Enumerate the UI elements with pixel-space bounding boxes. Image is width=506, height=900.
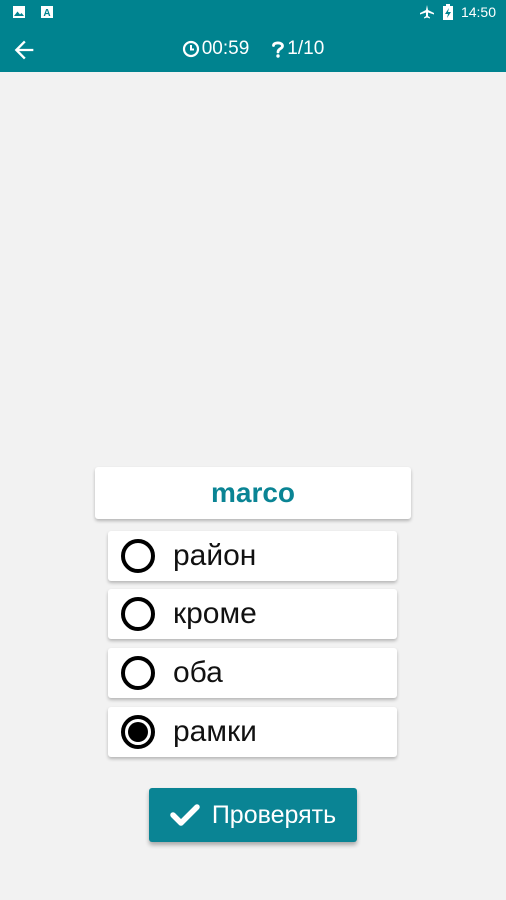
answer-option-3[interactable]: оба xyxy=(108,648,397,698)
radio-button[interactable] xyxy=(121,656,155,690)
answer-label: район xyxy=(173,539,257,572)
check-button[interactable]: Проверять xyxy=(149,788,357,842)
question-word: marco xyxy=(210,477,296,508)
airplane-icon xyxy=(419,5,434,19)
timer-value: 00:59 xyxy=(201,38,250,59)
question-icon xyxy=(272,41,285,58)
font-icon: A xyxy=(41,6,53,19)
radio-button[interactable] xyxy=(121,597,155,631)
status-time: 14:50 xyxy=(460,4,496,20)
checkmark-icon xyxy=(170,804,200,826)
clock-icon xyxy=(182,40,199,58)
answer-option-1[interactable]: район xyxy=(108,531,397,581)
battery-charging-icon xyxy=(442,4,453,20)
timer: 00:59 xyxy=(182,38,250,60)
progress-value: 1/10 xyxy=(287,38,325,59)
answer-label: рамки xyxy=(173,715,257,748)
answer-option-2[interactable]: кроме xyxy=(108,589,397,639)
status-bar: A 14:50 xyxy=(0,0,506,26)
svg-text:A: A xyxy=(43,8,50,19)
answer-label: кроме xyxy=(173,597,257,630)
answer-label: оба xyxy=(173,656,223,689)
question-word-card: marco xyxy=(95,467,411,519)
toolbar: 00:59 1/10 xyxy=(0,26,506,72)
radio-button[interactable] xyxy=(121,539,155,573)
answer-option-4[interactable]: рамки xyxy=(108,707,397,757)
radio-button-selected[interactable] xyxy=(121,715,155,749)
check-button-label: Проверять xyxy=(211,800,337,829)
image-icon xyxy=(13,6,25,18)
question-progress: 1/10 xyxy=(271,38,324,60)
